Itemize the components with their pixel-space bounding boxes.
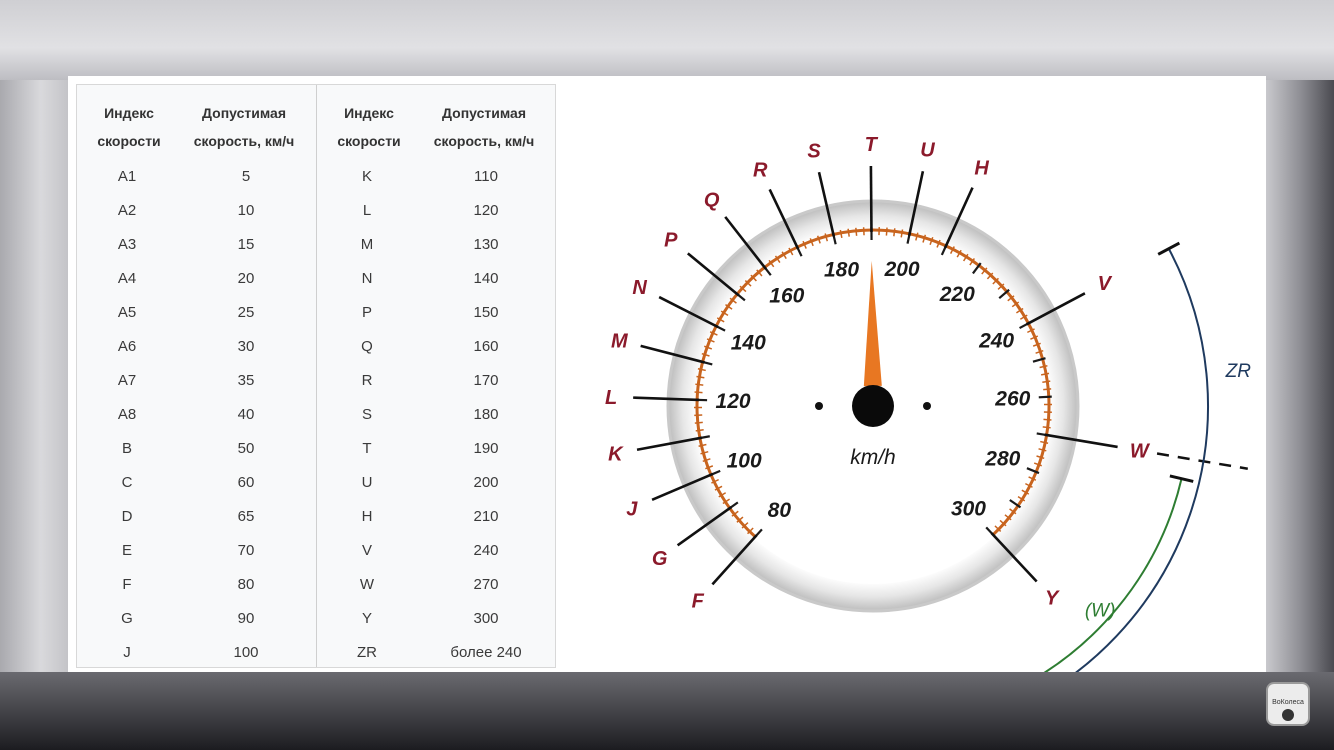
needle-hub xyxy=(852,385,894,427)
background-tire-bottom xyxy=(0,672,1334,750)
speed-letter-label: H xyxy=(974,158,989,180)
scale-label: 140 xyxy=(731,331,766,354)
speed-letter-label: V xyxy=(1098,273,1113,295)
scale-label: 160 xyxy=(769,285,804,308)
wheel-icon xyxy=(1282,709,1294,721)
speed-letter-label: U xyxy=(920,140,935,162)
zr-range-label: ZR xyxy=(1225,361,1252,382)
scale-label: 300 xyxy=(951,497,986,520)
scale-label: 200 xyxy=(884,258,920,281)
range-end-bar xyxy=(1157,241,1181,256)
scale-label: 120 xyxy=(716,390,751,413)
face-dot-left xyxy=(815,402,823,410)
speed-letter-label: G xyxy=(652,548,668,570)
scale-label: 240 xyxy=(978,329,1014,352)
unit-label: km/h xyxy=(850,446,896,469)
speed-letter-label: J xyxy=(626,498,638,520)
speed-letter-label: S xyxy=(807,141,821,163)
speed-letter-label: K xyxy=(608,444,624,466)
scale-label: 220 xyxy=(939,283,975,306)
speed-letter-label: R xyxy=(753,160,768,182)
gauge-tick xyxy=(695,383,704,386)
background-tire-right xyxy=(1266,80,1334,672)
gauge-tick xyxy=(893,228,896,237)
gauge-tick xyxy=(1038,395,1052,399)
scale-label: 180 xyxy=(824,259,859,282)
speed-letter-label: L xyxy=(605,387,617,409)
speed-letter-label: P xyxy=(664,229,678,251)
gauge-tick xyxy=(694,421,703,424)
scale-label: 280 xyxy=(984,447,1020,470)
speed-letter-label: N xyxy=(632,277,647,299)
speed-letter-label: M xyxy=(611,330,629,352)
content-panel: Индекс скорости Допустимая скорость, км/… xyxy=(68,76,1266,672)
scale-label: 80 xyxy=(768,499,792,522)
logo-text: ВоКолеса xyxy=(1272,699,1304,706)
channel-logo: ВоКолеса xyxy=(1266,682,1310,726)
speed-letter-label: F xyxy=(692,591,705,613)
gauge-tick xyxy=(885,227,888,236)
speedometer-diagram: 80100120140160180 200220240260280300 FGJK… xyxy=(605,134,1252,672)
background-tire-left xyxy=(0,80,68,672)
speed-letter-label: W xyxy=(1130,441,1151,463)
gauge-tick xyxy=(855,227,858,236)
speed-letter-label: Q xyxy=(704,190,720,212)
w-range-label: (W) xyxy=(1085,600,1116,621)
gauge-tick xyxy=(694,391,703,394)
gauge-tick xyxy=(1042,426,1051,429)
scale-label: 260 xyxy=(994,388,1030,411)
background-tire-top xyxy=(0,0,1334,80)
gauge-tick xyxy=(1043,418,1052,421)
speed-letter-leader xyxy=(869,165,873,233)
scale-label: 100 xyxy=(727,450,762,473)
speed-letter-label: T xyxy=(865,134,879,156)
face-dot-right xyxy=(923,402,931,410)
speed-letter-label: Y xyxy=(1045,588,1060,610)
gauge-tick xyxy=(1043,388,1052,391)
